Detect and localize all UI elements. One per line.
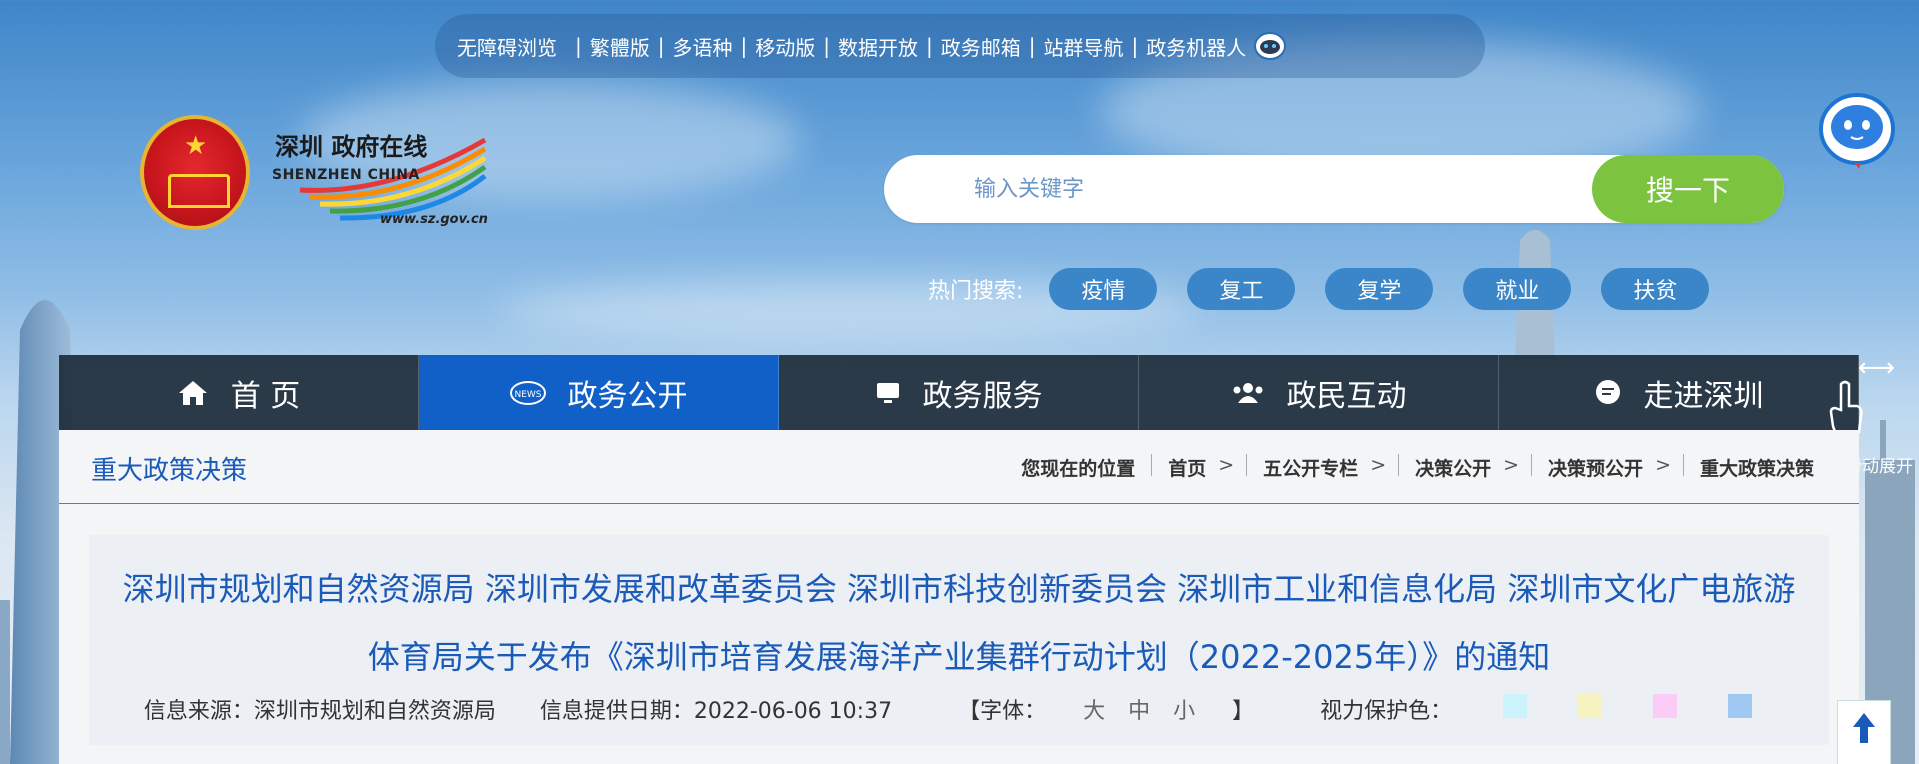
separator: |	[657, 34, 665, 58]
breadcrumb-decision-public[interactable]: 决策公开	[1415, 454, 1491, 481]
robot-icon[interactable]	[1252, 30, 1288, 62]
hot-tag-poverty-relief[interactable]: 扶贫	[1601, 268, 1710, 310]
font-size-small[interactable]: 小	[1173, 699, 1195, 724]
separator: |	[575, 34, 582, 58]
hot-tag-employment[interactable]: 就业	[1463, 268, 1572, 310]
nav-home[interactable]: 首 页	[59, 355, 419, 430]
breadcrumb-label: 您现在的位置	[1021, 458, 1136, 480]
people-icon	[1231, 381, 1265, 405]
eye-color-yellow[interactable]	[1578, 694, 1603, 718]
site-logo[interactable]: ★ 深圳 政府在线 SHENZHEN CHINA www.sz.gov.cn	[140, 115, 490, 235]
breadcrumb-five-public[interactable]: 五公开专栏	[1263, 454, 1358, 481]
eye-color-blue[interactable]	[1728, 694, 1753, 718]
breadcrumb-separator: >	[1655, 454, 1671, 476]
separator: |	[823, 34, 830, 58]
separator: |	[1131, 34, 1139, 58]
nav-public-interaction[interactable]: 政民互动	[1139, 355, 1499, 430]
robot-assistant-icon[interactable]	[1815, 85, 1899, 169]
gov-robot-link[interactable]: 政务机器人	[1146, 32, 1246, 61]
breadcrumb-major-policy[interactable]: 重大政策决策	[1700, 454, 1814, 481]
slide-arrows-icon: ⟷	[1857, 353, 1895, 383]
logo-english-text: SHENZHEN CHINA	[272, 167, 420, 183]
separator: |	[740, 34, 748, 58]
breadcrumb-row: 重大政策决策 您现在的位置 首页 > 五公开专栏 > 决策公开 > 决策预公开 …	[59, 430, 1859, 504]
hot-search: 热门搜索: 疫情 复工 复学 就业 扶贫	[928, 268, 1739, 310]
site-nav-link[interactable]: 站群导航	[1044, 32, 1124, 61]
content-panel: 重大政策决策 您现在的位置 首页 > 五公开专栏 > 决策公开 > 决策预公开 …	[59, 430, 1859, 764]
nav-home-label: 首 页	[230, 378, 301, 414]
divider	[1531, 454, 1533, 476]
logo-chinese-text: 深圳 政府在线	[275, 132, 428, 161]
open-data-link[interactable]: 数据开放	[838, 32, 918, 61]
article-title: 深圳市规划和自然资源局 深圳市发展和改革委员会 深圳市科技创新委员会 深圳市工业…	[122, 570, 1796, 676]
home-icon	[177, 379, 209, 407]
font-size-control: 【字体： 大 中 小 】	[936, 693, 1276, 725]
search-bar: 搜一下	[884, 155, 1784, 223]
font-size-medium[interactable]: 中	[1128, 699, 1150, 724]
font-size-large[interactable]: 大	[1083, 699, 1105, 724]
chat-icon	[1594, 379, 1622, 407]
article-header: 深圳市规划和自然资源局 深圳市发展和改革委员会 深圳市科技创新委员会 深圳市工业…	[89, 535, 1829, 745]
article-meta: 信息来源：深圳市规划和自然资源局 信息提供日期：2022-06-06 10:37…	[89, 693, 1829, 725]
eye-color-cyan[interactable]	[1503, 694, 1528, 718]
news-icon: NEWS	[509, 380, 546, 406]
hot-tag-resume-school[interactable]: 复学	[1325, 268, 1434, 310]
breadcrumb: 您现在的位置 首页 > 五公开专栏 > 决策公开 > 决策预公开 > 重大政策决…	[1021, 454, 1814, 481]
hot-tag-resume-work[interactable]: 复工	[1187, 268, 1296, 310]
national-emblem-icon: ★	[140, 115, 250, 230]
accessibility-link[interactable]: 无障碍浏览	[457, 32, 557, 61]
font-size-close: 】	[1232, 699, 1255, 724]
breadcrumb-separator: >	[1370, 454, 1387, 476]
info-source: 信息来源：深圳市规划和自然资源局	[143, 699, 496, 724]
breadcrumb-separator: >	[1503, 454, 1520, 476]
separator: |	[926, 34, 933, 58]
font-size-label: 【字体：	[958, 699, 1047, 724]
back-to-top-button[interactable]	[1837, 700, 1891, 764]
divider	[1398, 454, 1400, 476]
divider	[1151, 454, 1153, 476]
separator: |	[1028, 34, 1036, 58]
svg-text:NEWS: NEWS	[514, 390, 541, 400]
top-links-bar: 无障碍浏览 | 繁體版 | 多语种 | 移动版 | 数据开放 | 政务邮箱 | …	[435, 14, 1485, 78]
logo-url-text: www.sz.gov.cn	[380, 212, 488, 227]
eye-protection-label: 视力保护色：	[1320, 699, 1453, 724]
gov-mail-link[interactable]: 政务邮箱	[941, 32, 1021, 61]
hot-search-label: 热门搜索:	[928, 279, 1024, 304]
traditional-chinese-link[interactable]: 繁體版	[590, 32, 650, 61]
breadcrumb-separator: >	[1218, 454, 1235, 476]
multilingual-link[interactable]: 多语种	[673, 32, 733, 61]
section-title[interactable]: 重大政策决策	[91, 450, 247, 487]
arrow-up-icon	[1853, 713, 1875, 743]
main-nav: 首 页 NEWS 政务公开 政务服务 政民互动 走进深圳	[59, 355, 1859, 430]
hot-tag-epidemic[interactable]: 疫情	[1049, 268, 1158, 310]
nav-gov-services-label: 政务服务	[922, 378, 1043, 414]
breadcrumb-home[interactable]: 首页	[1168, 454, 1206, 481]
nav-gov-affairs-open[interactable]: NEWS 政务公开	[419, 355, 779, 430]
nav-explore-shenzhen[interactable]: 走进深圳	[1499, 355, 1859, 430]
breadcrumb-decision-pre[interactable]: 决策预公开	[1548, 454, 1643, 481]
nav-explore-shenzhen-label: 走进深圳	[1643, 378, 1764, 414]
nav-public-interaction-label: 政民互动	[1286, 378, 1407, 414]
mobile-link[interactable]: 移动版	[755, 32, 815, 61]
divider	[1246, 454, 1248, 476]
eye-color-pink[interactable]	[1653, 694, 1678, 718]
search-button[interactable]: 搜一下	[1592, 155, 1784, 223]
nav-gov-services[interactable]: 政务服务	[779, 355, 1139, 430]
search-input[interactable]	[974, 176, 1574, 202]
monitor-icon	[875, 381, 901, 405]
eye-protection-control: 视力保护色：	[1298, 693, 1774, 725]
info-date: 信息提供日期：2022-06-06 10:37	[539, 699, 893, 724]
divider	[1682, 454, 1684, 476]
nav-gov-affairs-open-label: 政务公开	[567, 378, 688, 414]
